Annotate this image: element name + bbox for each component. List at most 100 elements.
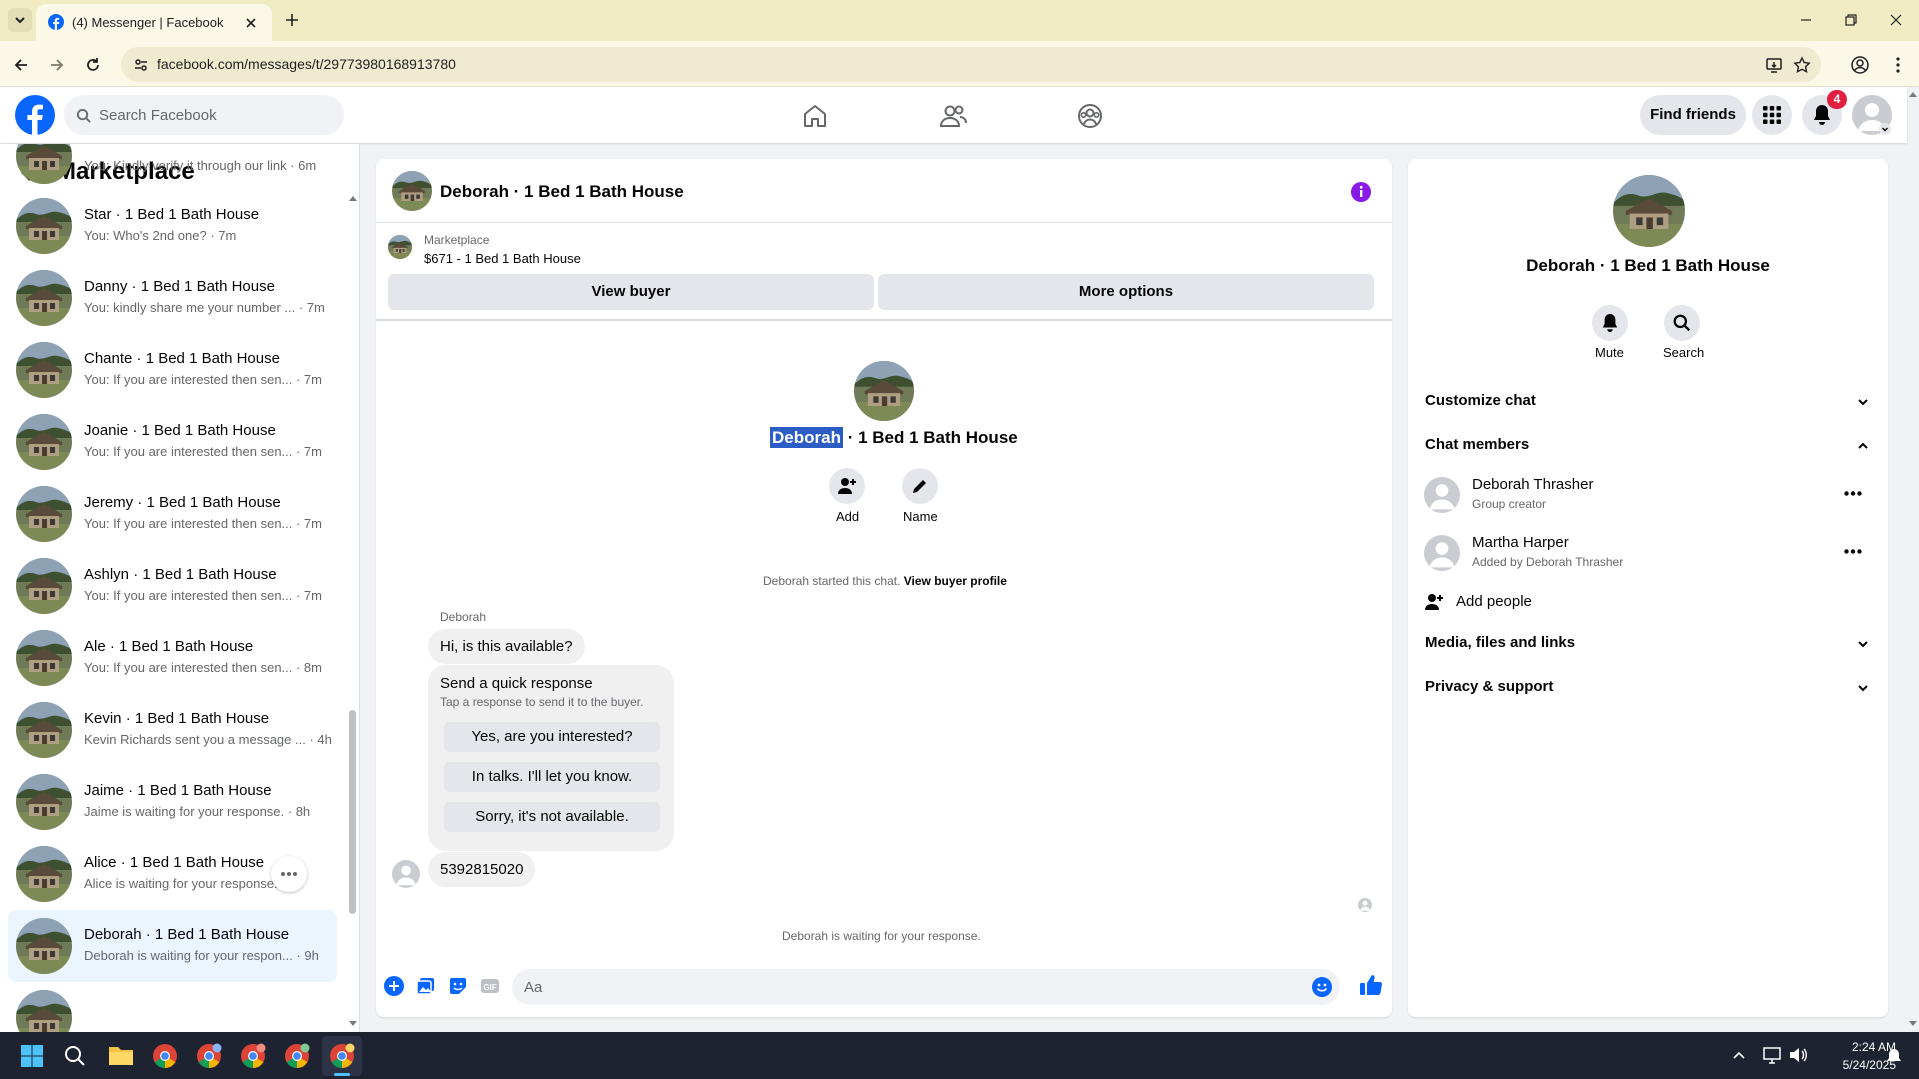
- close-window-icon[interactable]: [1888, 12, 1904, 28]
- windows-start-icon[interactable]: [20, 1044, 44, 1068]
- chrome-profile-icon[interactable]: [240, 1043, 266, 1069]
- search-in-chat-button[interactable]: [1664, 305, 1700, 341]
- details-avatar[interactable]: [1613, 175, 1685, 247]
- add-people-row[interactable]: Add people: [1408, 584, 1888, 620]
- friends-icon[interactable]: [939, 103, 967, 129]
- chat-list-item[interactable]: Joanie · 1 Bed 1 Bath House You: If you …: [8, 406, 337, 478]
- minimize-icon[interactable]: [1798, 12, 1814, 28]
- member-name: Deborah Thrasher: [1472, 476, 1594, 493]
- media-files-row[interactable]: Media, files and links: [1408, 625, 1888, 661]
- tab-title: (4) Messenger | Facebook: [72, 15, 224, 30]
- new-tab-icon[interactable]: [284, 12, 300, 28]
- listing-title[interactable]: $671 - 1 Bed 1 Bath House: [424, 251, 581, 266]
- listing-avatar: [16, 270, 72, 326]
- search-icon: [76, 108, 91, 123]
- chat-list-item[interactable]: You: Kindly verify it through our link ·…: [8, 144, 337, 192]
- chrome-profile-icon[interactable]: [284, 1043, 310, 1069]
- chat-options-button[interactable]: [271, 856, 307, 892]
- facebook-logo-icon[interactable]: [15, 95, 55, 135]
- chat-list-item[interactable]: Kevin · 1 Bed 1 Bath House Kevin Richard…: [8, 694, 337, 766]
- tray-chevron-up-icon[interactable]: [1732, 1050, 1746, 1060]
- account-chevron-icon[interactable]: [1879, 123, 1891, 135]
- volume-icon[interactable]: [1788, 1046, 1808, 1064]
- reload-icon[interactable]: [84, 56, 102, 74]
- chat-avatar[interactable]: [392, 171, 432, 211]
- scroll-up-icon[interactable]: [348, 194, 358, 202]
- search-box[interactable]: Search Facebook: [64, 95, 344, 135]
- message-bubble[interactable]: 5392815020: [428, 852, 536, 887]
- chat-list-item-selected[interactable]: Deborah · 1 Bed 1 Bath House Deborah is …: [8, 910, 337, 982]
- message-input[interactable]: Aa: [512, 969, 1340, 1005]
- privacy-support-row[interactable]: Privacy & support: [1408, 669, 1888, 705]
- browser-tab-active[interactable]: (4) Messenger | Facebook: [36, 4, 272, 41]
- chat-list-item[interactable]: Danny · 1 Bed 1 Bath House You: kindly s…: [8, 262, 337, 334]
- url-field[interactable]: facebook.com/messages/t/2977398016891378…: [121, 47, 1821, 82]
- clock-date[interactable]: 5/24/2025: [1816, 1058, 1896, 1072]
- sticker-icon[interactable]: [448, 976, 468, 996]
- view-buyer-button[interactable]: View buyer: [388, 274, 874, 310]
- member-avatar: [1424, 535, 1460, 571]
- menu-button[interactable]: [1752, 95, 1792, 135]
- more-dots-icon[interactable]: [1844, 491, 1862, 496]
- back-arrow-icon[interactable]: [12, 56, 30, 74]
- pencil-icon: [913, 480, 926, 493]
- chat-intro-name-rest: · 1 Bed 1 Bath House: [842, 428, 1018, 447]
- chat-list-item[interactable]: [8, 982, 337, 1032]
- quick-response-option[interactable]: Yes, are you interested?: [444, 722, 660, 752]
- member-row[interactable]: Martha Harper Added by Deborah Thrasher: [1408, 527, 1888, 583]
- info-icon[interactable]: [1350, 181, 1372, 203]
- taskbar-active-app[interactable]: [322, 1036, 362, 1076]
- bookmark-star-icon[interactable]: [1793, 56, 1811, 74]
- chat-list-item[interactable]: Jeremy · 1 Bed 1 Bath House You: If you …: [8, 478, 337, 550]
- chrome-profile-icon[interactable]: [196, 1043, 222, 1069]
- chat-list-item[interactable]: Alice · 1 Bed 1 Bath House Alice is wait…: [8, 838, 337, 910]
- view-buyer-profile-link[interactable]: View buyer profile: [904, 574, 1007, 588]
- plus-circle-icon[interactable]: [384, 976, 404, 996]
- gif-icon[interactable]: GIF: [480, 976, 500, 996]
- more-dots-icon: [281, 872, 297, 876]
- close-tab-icon[interactable]: [244, 16, 258, 30]
- name-button[interactable]: [902, 468, 938, 504]
- page-scroll-up-icon[interactable]: [1908, 90, 1918, 98]
- quick-response-option[interactable]: In talks. I'll let you know.: [444, 762, 660, 792]
- chat-members-row[interactable]: Chat members: [1408, 427, 1888, 463]
- tab-search-button[interactable]: [8, 8, 32, 32]
- photo-icon[interactable]: [416, 976, 436, 996]
- chrome-icon[interactable]: [152, 1043, 178, 1069]
- more-dots-icon[interactable]: [1844, 549, 1862, 554]
- chat-list-item[interactable]: Ashlyn · 1 Bed 1 Bath House You: If you …: [8, 550, 337, 622]
- profile-icon[interactable]: [1850, 55, 1870, 75]
- page-scroll-down-icon[interactable]: [1908, 1020, 1918, 1028]
- site-info-icon[interactable]: [133, 57, 149, 73]
- member-row[interactable]: Deborah Thrasher Group creator: [1408, 469, 1888, 525]
- scrollbar-thumb[interactable]: [349, 710, 356, 914]
- add-button[interactable]: [829, 468, 865, 504]
- scroll-down-icon[interactable]: [348, 1020, 358, 1028]
- add-person-icon: [1425, 594, 1443, 610]
- quick-response-option[interactable]: Sorry, it's not available.: [444, 802, 660, 832]
- notification-center-icon[interactable]: [1886, 1048, 1902, 1064]
- chat-list-item[interactable]: Ale · 1 Bed 1 Bath House You: If you are…: [8, 622, 337, 694]
- install-app-icon[interactable]: [1765, 56, 1783, 74]
- find-friends-button[interactable]: Find friends: [1640, 95, 1746, 135]
- network-icon[interactable]: [1762, 1046, 1782, 1064]
- chat-title[interactable]: Deborah · 1 Bed 1 Bath House: [440, 182, 684, 202]
- file-explorer-icon[interactable]: [108, 1044, 134, 1066]
- conversation-header: Deborah · 1 Bed 1 Bath House: [376, 159, 1392, 223]
- forward-arrow-icon[interactable]: [48, 56, 66, 74]
- chat-list-item[interactable]: Star · 1 Bed 1 Bath House You: Who's 2nd…: [8, 190, 337, 262]
- customize-chat-row[interactable]: Customize chat: [1408, 383, 1888, 419]
- message-bubble[interactable]: Hi, is this available?: [428, 629, 585, 664]
- restore-icon[interactable]: [1843, 12, 1859, 28]
- emoji-icon[interactable]: [1312, 977, 1332, 997]
- more-options-button[interactable]: More options: [878, 274, 1374, 310]
- browser-menu-icon[interactable]: [1888, 55, 1908, 75]
- chat-list-item[interactable]: Jaime · 1 Bed 1 Bath House Jaime is wait…: [8, 766, 337, 838]
- thumbs-up-icon[interactable]: [1359, 973, 1383, 997]
- home-icon[interactable]: [802, 103, 828, 129]
- chat-name: Alice · 1 Bed 1 Bath House: [84, 854, 265, 871]
- taskbar-search-icon[interactable]: [64, 1045, 86, 1067]
- groups-icon[interactable]: [1077, 103, 1103, 129]
- mute-button[interactable]: [1592, 305, 1628, 341]
- chat-list-item[interactable]: Chante · 1 Bed 1 Bath House You: If you …: [8, 334, 337, 406]
